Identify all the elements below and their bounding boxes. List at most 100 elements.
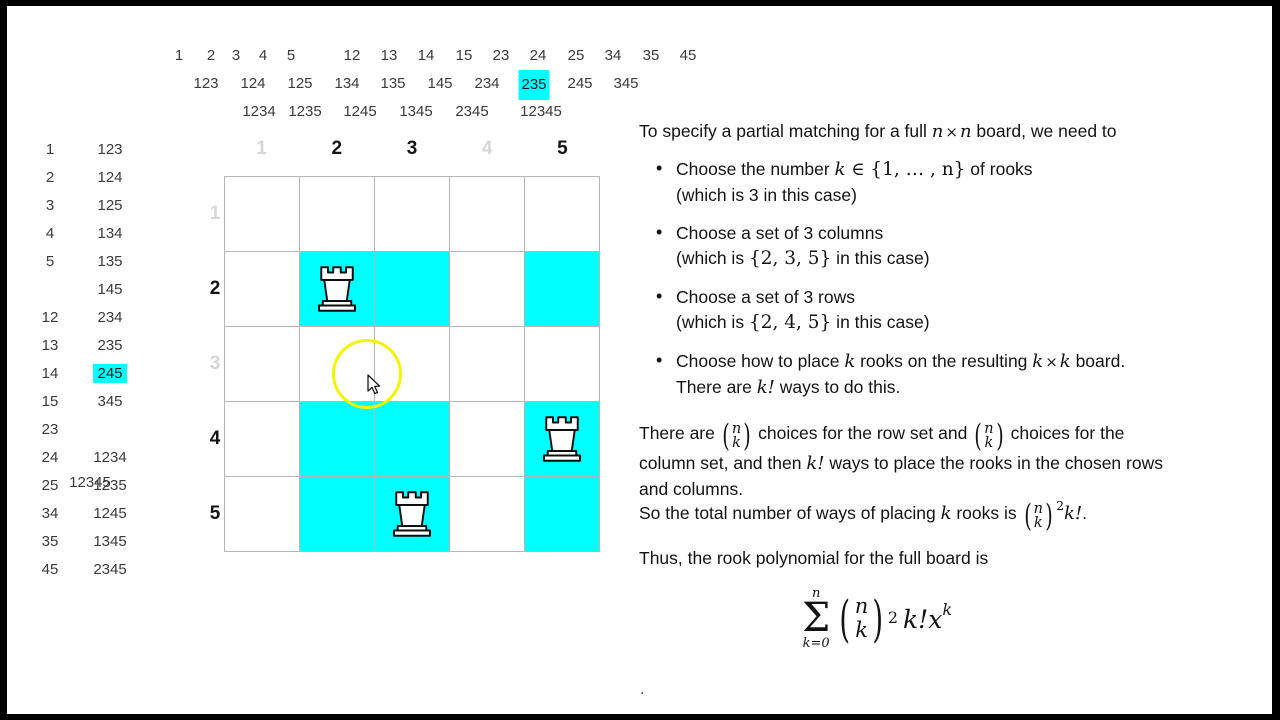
p2-period: . <box>1082 503 1088 523</box>
subset-token: 34 <box>604 47 622 64</box>
math-k-rooks: k <box>844 351 856 373</box>
binomial-n-k-squared: (n k) <box>1022 498 1056 535</box>
board-cell[interactable] <box>225 252 300 327</box>
bullet4-text-before: Choose how to place <box>676 351 845 372</box>
board-grid[interactable] <box>224 176 600 552</box>
math-set-1-to-n: {1, … , n} <box>870 159 966 180</box>
board-cell[interactable] <box>375 477 450 552</box>
paren-open-big: ( <box>839 589 851 648</box>
left-subset-cell: 125 <box>97 197 123 214</box>
bullet-choose-columns: Choose a set of 3 columns (which is {2, … <box>652 220 1252 272</box>
board-cell[interactable] <box>300 402 375 477</box>
k-factorial-big: k! <box>903 605 929 635</box>
bullet-list: Choose the number k ∈ {1, … , n} of rook… <box>652 156 1252 413</box>
board-cell[interactable] <box>450 252 525 327</box>
board-cell[interactable] <box>375 402 450 477</box>
binom-big-bottom: k <box>855 617 868 642</box>
subset-token: 4 <box>258 47 268 64</box>
binom-big-exponent: 2 <box>887 608 899 628</box>
math-n-second: n <box>959 121 972 142</box>
math-k-factorial: k! <box>756 376 775 398</box>
paren-close-2: ) <box>995 418 1004 455</box>
subset-token: 1245 <box>343 103 377 120</box>
board-cell[interactable] <box>450 402 525 477</box>
bullet1-text-after: of rooks <box>965 159 1033 179</box>
board-cell[interactable] <box>525 327 600 402</box>
subset-token: 125 <box>287 75 313 92</box>
board-cell[interactable] <box>300 252 375 327</box>
subset-token: 245 <box>567 75 593 92</box>
intro-text-after: board, we need to <box>971 121 1117 141</box>
intro-text-before: To specify a partial matching for a full <box>639 121 932 141</box>
intro-paragraph: To specify a partial matching for a full… <box>639 119 1249 145</box>
board-cell[interactable] <box>525 477 600 552</box>
board-cell[interactable] <box>225 402 300 477</box>
left-subset-column-b: 123 124 125 134 135 145 234 235 245 345 1234 1235 1… <box>75 136 145 584</box>
p2-mid: rooks is <box>951 503 1022 523</box>
left-full-set-label: 12345 <box>69 474 111 491</box>
formula-tail: k!xk <box>903 599 952 637</box>
times-symbol: × <box>945 123 958 141</box>
math-k-p2: k <box>940 503 952 524</box>
paren-open-2: ( <box>974 418 982 455</box>
subset-token: 1 <box>174 47 184 64</box>
board-cell[interactable] <box>225 177 300 252</box>
board-cell[interactable] <box>375 327 450 402</box>
board-cell[interactable] <box>450 477 525 552</box>
subset-token: 14 <box>417 47 435 64</box>
board-column-labels: 1 2 3 4 5 <box>224 136 600 168</box>
bullet3-sub-after: in this case) <box>831 312 930 333</box>
bullet4-subtext: There are k! ways to do this. <box>676 375 1252 401</box>
board-cell[interactable] <box>375 252 450 327</box>
paren-close-1: ) <box>743 418 751 455</box>
subset-token: 134 <box>334 75 360 92</box>
board-cell[interactable] <box>525 177 600 252</box>
times-symbol-kk: × <box>1045 353 1058 372</box>
paren-close-big: ) <box>872 589 884 648</box>
left-subset-cell: 234 <box>97 309 123 326</box>
subset-token: 45 <box>679 47 697 64</box>
board-column-label: 1 <box>256 138 267 159</box>
board-cell[interactable] <box>375 177 450 252</box>
math-k: k <box>834 159 846 180</box>
bullet3-sub-before: (which is <box>676 312 749 333</box>
subset-token: 13 <box>380 47 398 64</box>
subset-token: 135 <box>380 75 406 92</box>
highlighted-subset: 245 <box>93 364 127 383</box>
board-cell[interactable] <box>225 477 300 552</box>
subset-token: 1235 <box>288 103 322 120</box>
board-cell[interactable] <box>525 252 600 327</box>
binom2-bottom: k <box>984 435 994 452</box>
x-variable: x <box>928 605 943 635</box>
board-cell[interactable] <box>525 402 600 477</box>
bullet4-sub-after: ways to do this. <box>774 376 901 397</box>
binom-stack-2: nk <box>984 421 994 452</box>
formula-inline: n Σ k=0 (n k) 2 k!xk <box>802 587 952 650</box>
bullet4-sub-before: There are <box>676 376 757 397</box>
subset-token: 123 <box>193 75 219 92</box>
subset-token: 25 <box>567 47 585 64</box>
left-subset-cell: 245 <box>75 360 145 388</box>
math-in-symbol: ∈ <box>851 159 865 180</box>
board-cell[interactable] <box>300 327 375 402</box>
paren-close-3: ) <box>1045 498 1053 535</box>
slide-canvas: 1 2 3 4 5 12 13 14 15 23 24 25 34 35 45 123 124 125 134 13… <box>7 6 1272 714</box>
subset-token: 5 <box>286 47 296 64</box>
math-k-board-1: k <box>1032 351 1044 373</box>
subset-row-size3: 123 124 125 134 135 145 234 235 245 345 <box>7 70 707 100</box>
subset-token: 12 <box>343 47 361 64</box>
left-subset-cell: 1345 <box>93 533 127 550</box>
subset-token: 1345 <box>399 103 433 120</box>
board-cell[interactable] <box>300 177 375 252</box>
subset-token: 2345 <box>455 103 489 120</box>
board-cell[interactable] <box>225 327 300 402</box>
rook-icon <box>318 266 356 312</box>
board-cell[interactable] <box>300 477 375 552</box>
board-cell[interactable] <box>450 177 525 252</box>
board-cell[interactable] <box>450 327 525 402</box>
x-exponent: k <box>942 600 953 620</box>
rook-icon <box>393 491 431 537</box>
binomial-n-k-rows: (n k) <box>720 418 754 455</box>
math-k-board-2: k <box>1059 351 1071 373</box>
binom-stack-3: nk <box>1034 501 1043 532</box>
